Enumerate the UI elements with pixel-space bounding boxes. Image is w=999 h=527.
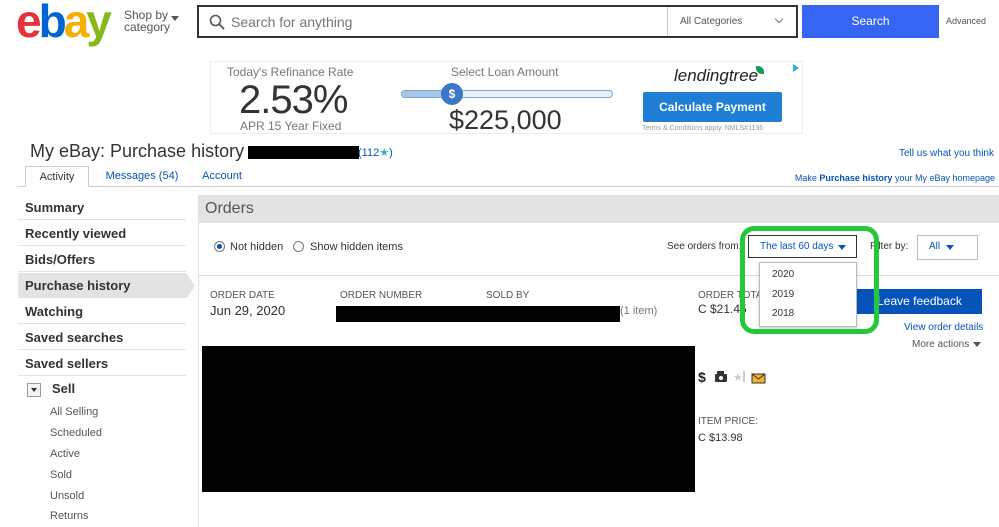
category-select-value: All Categories: [680, 16, 743, 27]
feedback-count: (112: [358, 147, 380, 159]
svg-text:$: $: [698, 369, 706, 385]
calculate-payment-button[interactable]: Calculate Payment: [643, 92, 782, 122]
item-price: C $13.98: [698, 432, 743, 444]
sell-collapse-toggle[interactable]: [27, 383, 41, 397]
svg-text:★: ★: [733, 371, 743, 384]
sidebar-item-purchase-history[interactable]: Purchase history: [18, 273, 195, 299]
redacted-item-image: [202, 346, 695, 492]
make-home-prefix: Make: [794, 173, 820, 183]
page-title: My eBay: Purchase history: [30, 141, 245, 161]
ad-choices-icon[interactable]: [793, 64, 799, 72]
ad-rate-label: Today's Refinance Rate: [227, 65, 354, 79]
sidebar-item-recently-viewed[interactable]: Recently viewed: [18, 221, 186, 246]
ad-brand-text: lendingtree: [674, 66, 759, 85]
not-hidden-label[interactable]: Not hidden: [230, 241, 283, 253]
tell-us-link[interactable]: Tell us what you think: [899, 148, 994, 159]
search-input[interactable]: [231, 11, 651, 33]
chevron-down-icon: [774, 14, 784, 24]
envelope-icon: [751, 373, 766, 384]
sidebar-sub-all-selling[interactable]: All Selling: [50, 406, 98, 418]
loan-amount-slider-fill: [402, 91, 444, 97]
order-status-icons: $ ★: [698, 369, 766, 385]
search-bar: All Categories: [197, 5, 798, 38]
col-sold-by: SOLD BY: [486, 290, 530, 301]
col-order-date: ORDER DATE: [210, 290, 275, 301]
filter-dropdown[interactable]: All: [917, 235, 978, 260]
annotation-highlight: [740, 226, 879, 334]
ad-rate: 2.53%: [239, 78, 348, 122]
shipped-icon: [715, 371, 727, 382]
item-count: (1 item): [620, 305, 658, 317]
item-price-label: ITEM PRICE:: [698, 416, 759, 427]
dollar-icon: $: [698, 369, 706, 385]
sidebar-sub-active[interactable]: Active: [50, 448, 80, 460]
show-hidden-radio[interactable]: [293, 241, 304, 252]
chevron-down-icon: [171, 16, 179, 21]
feedback-star-icon: ★: [733, 371, 745, 384]
slider-thumb[interactable]: $: [441, 83, 463, 105]
tab-messages[interactable]: Messages (54): [96, 166, 188, 187]
ad-terms: Terms & Conditions apply. NMLS#1136: [642, 125, 764, 132]
ebay-logo[interactable]: ebay: [16, 0, 112, 44]
orders-heading: Orders: [198, 195, 999, 223]
sidebar-section-sell[interactable]: Sell: [52, 381, 75, 396]
not-hidden-radio[interactable]: [214, 241, 225, 252]
sidebar-item-saved-searches[interactable]: Saved searches: [18, 325, 186, 350]
sidebar-sub-returns[interactable]: Returns: [50, 510, 89, 522]
search-icon: [209, 14, 225, 30]
sidebar-sub-sold[interactable]: Sold: [50, 469, 72, 481]
sidebar-item-saved-sellers[interactable]: Saved sellers: [18, 351, 186, 376]
order-date: Jun 29, 2020: [210, 303, 286, 318]
see-orders-from-label: See orders from:: [667, 241, 742, 252]
chevron-down-icon: [973, 341, 982, 347]
star-icon: ★: [379, 147, 390, 159]
sidebar-sub-scheduled[interactable]: Scheduled: [50, 427, 102, 439]
ad-loan-amount: $225,000: [449, 105, 562, 135]
lendingtree-ad[interactable]: Today's Refinance Rate 2.53% APR 15 Year…: [210, 61, 803, 135]
chevron-down-icon: [946, 245, 954, 250]
advanced-search-link[interactable]: Advanced: [946, 16, 986, 26]
ad-loan-label: Select Loan Amount: [451, 65, 559, 79]
feedback-close: ): [389, 147, 393, 159]
make-home-bold: Purchase history: [819, 173, 893, 183]
feedback-score[interactable]: (112★): [358, 146, 393, 159]
redacted-username: [248, 146, 359, 159]
sidebar-sub-unsold[interactable]: Unsold: [50, 490, 84, 502]
search-button[interactable]: Search: [802, 5, 939, 38]
category-select[interactable]: All Categories: [667, 7, 796, 36]
view-order-details-link[interactable]: View order details: [904, 322, 983, 333]
tab-account[interactable]: Account: [194, 166, 250, 187]
tab-activity[interactable]: Activity: [25, 166, 89, 187]
shop-by-line2: category: [124, 20, 171, 34]
show-hidden-label[interactable]: Show hidden items: [310, 241, 403, 253]
shop-by-category-button[interactable]: Shop by category: [124, 9, 179, 34]
ebay-purchase-history-page: ebay Shop by category All Categories Sea…: [0, 0, 999, 527]
make-homepage-link[interactable]: Make Purchase history your My eBay homep…: [795, 173, 995, 183]
loan-amount-slider[interactable]: [401, 90, 613, 98]
make-home-suffix: your My eBay homepage: [892, 173, 995, 183]
ad-apr: APR 15 Year Fixed: [240, 119, 342, 133]
sidebar-item-watching[interactable]: Watching: [18, 299, 186, 324]
col-order-number: ORDER NUMBER: [340, 290, 423, 301]
lendingtree-logo: lendingtree: [674, 66, 765, 86]
filter-selected: All: [929, 241, 941, 252]
sidebar-item-summary[interactable]: Summary: [18, 195, 186, 220]
sidebar-item-bids-offers[interactable]: Bids/Offers: [18, 247, 186, 272]
more-actions-menu[interactable]: More actions: [912, 339, 982, 350]
redacted-order-number: [336, 306, 620, 322]
more-actions-label: More actions: [912, 339, 970, 350]
